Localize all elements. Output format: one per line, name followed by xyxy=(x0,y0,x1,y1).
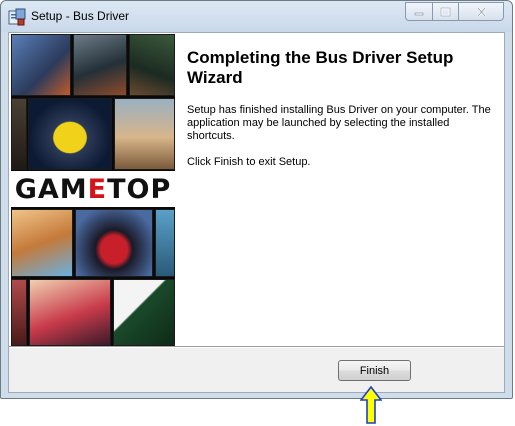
logo-text-top: TOP xyxy=(107,173,172,205)
wizard-content-panel: GAM E TOP Completing the Bus Driver Setup … xyxy=(9,33,504,346)
wizard-side-image: GAM E TOP xyxy=(11,34,175,346)
exit-instruction: Click Finish to exit Setup. xyxy=(187,156,311,168)
game-tile-motorcycle xyxy=(75,209,153,277)
footer-separator xyxy=(9,346,504,348)
game-tile-portrait xyxy=(11,279,27,346)
game-tile-bmx xyxy=(11,34,71,96)
finish-button[interactable]: Finish xyxy=(338,360,411,381)
game-tile-soldier xyxy=(73,34,127,96)
finish-message: Setup has finished installing Bus Driver… xyxy=(187,104,491,142)
game-tile-character xyxy=(129,34,175,96)
close-button[interactable] xyxy=(458,2,504,21)
game-tile-women xyxy=(29,279,111,346)
game-tile-racecar xyxy=(28,98,112,170)
installer-app-icon xyxy=(8,8,26,26)
logo-text-e: E xyxy=(87,173,108,205)
close-icon xyxy=(476,6,486,17)
gametop-logo: GAM E TOP xyxy=(11,171,175,207)
wizard-client-area: GAM E TOP Completing the Bus Driver Setup … xyxy=(8,32,505,393)
window-title: Setup - Bus Driver xyxy=(31,9,130,23)
window-controls xyxy=(405,2,504,21)
game-tile-cowgirl xyxy=(11,209,73,277)
game-tile-puzzle xyxy=(155,209,175,277)
maximize-icon xyxy=(440,7,451,16)
setup-window: Setup - Bus Driver GAM E TOP Completing … xyxy=(0,0,513,399)
maximize-button[interactable] xyxy=(432,2,458,21)
minimize-icon xyxy=(414,12,424,15)
minimize-button[interactable] xyxy=(405,2,432,21)
game-tile-helicopter xyxy=(114,98,175,170)
title-bar[interactable]: Setup - Bus Driver xyxy=(1,1,512,32)
game-tile-figure xyxy=(11,98,27,170)
up-arrow-icon xyxy=(360,386,382,424)
wizard-heading: Completing the Bus Driver Setup Wizard xyxy=(187,48,454,87)
game-tile-cards xyxy=(113,279,175,346)
logo-text-gam: GAM xyxy=(14,173,88,205)
